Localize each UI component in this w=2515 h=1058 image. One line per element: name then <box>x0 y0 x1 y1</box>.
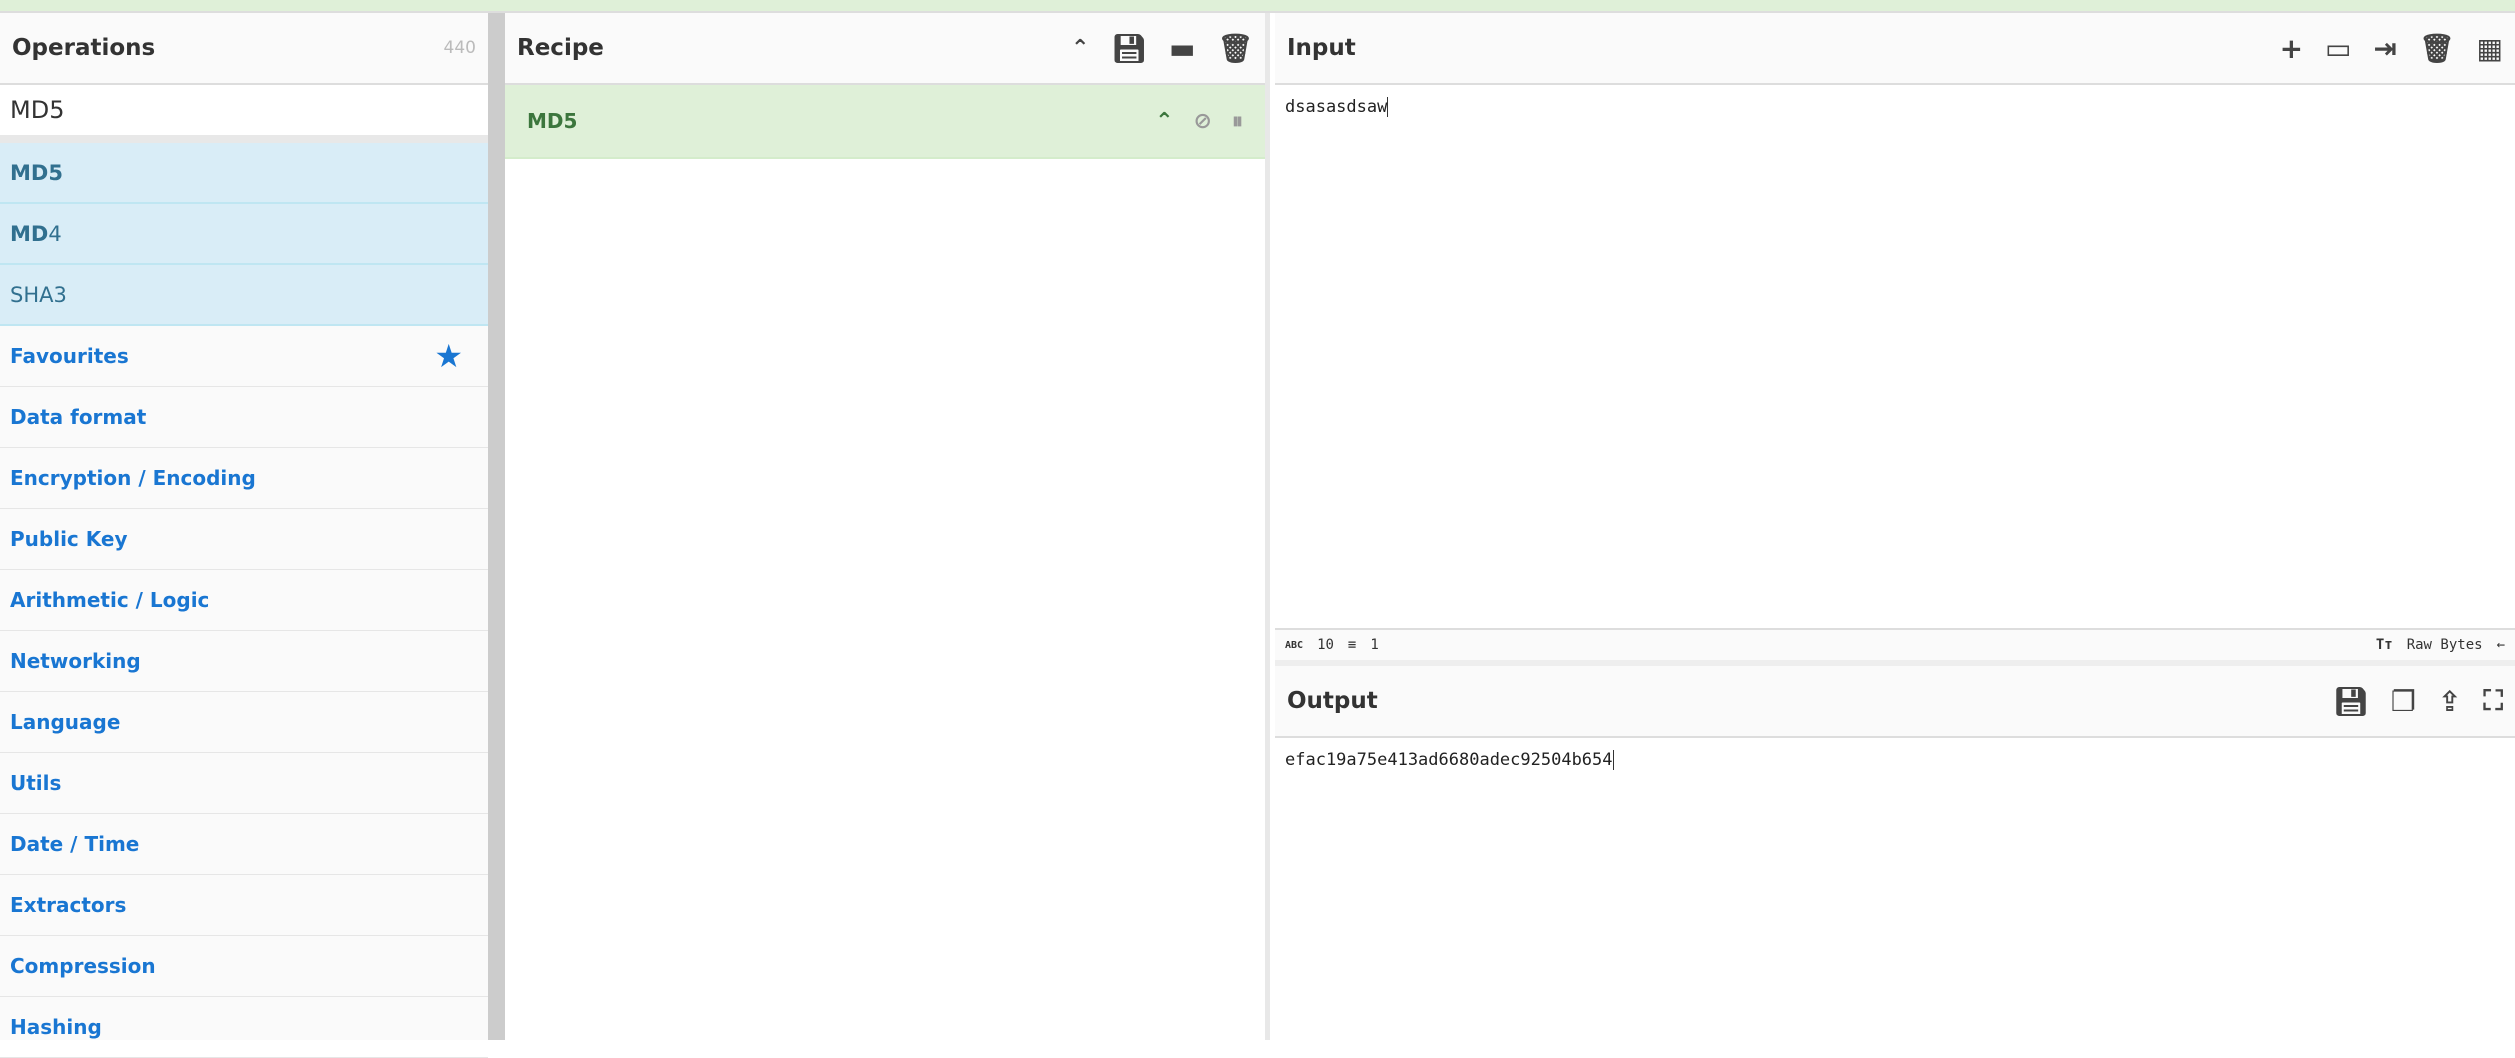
star-icon: ★ <box>434 337 463 375</box>
category-item[interactable]: Public Key <box>0 509 488 570</box>
input-status-bar: ABC 10 ≡ 1 Tт Raw Bytes ← <box>1275 628 2515 660</box>
disable-icon[interactable]: ⊘ <box>1194 109 1212 134</box>
category-favourites[interactable]: Favourites ★ <box>0 326 488 387</box>
category-item[interactable]: Data format <box>0 387 488 448</box>
input-header: Input + ▭ ⇥ 🗑︎ ▦ <box>1275 13 2515 85</box>
collapse-icon[interactable]: ⌃ <box>1071 36 1089 61</box>
folder-icon[interactable]: ▬ <box>1169 32 1195 65</box>
input-lines: 1 <box>1370 637 1379 653</box>
pause-icon[interactable]: ⏸︎ <box>1232 109 1243 134</box>
category-item[interactable]: Hashing <box>0 997 488 1058</box>
lines-icon: ≡ <box>1347 637 1357 653</box>
trash-icon[interactable]: 🗑︎ <box>2419 32 2455 65</box>
output-textarea[interactable]: efac19a75e413ad6680adec92504b654 <box>1275 738 2515 782</box>
result-rest: 4 <box>48 221 62 246</box>
operations-panel: Operations 440 MD5 MD5 MD 4 SHA3 Favourit… <box>0 13 488 1058</box>
plus-icon[interactable]: + <box>2280 32 2303 65</box>
open-folder-icon[interactable]: ▭ <box>2325 32 2351 65</box>
length-icon: ABC <box>1285 639 1304 651</box>
result-match: MD <box>10 221 49 246</box>
category-item[interactable]: Encryption / Encoding <box>0 448 488 509</box>
output-title: Output <box>1287 688 1378 714</box>
maximise-icon[interactable]: ⛶ <box>2483 684 2503 718</box>
trash-icon[interactable]: 🗑︎ <box>1217 32 1253 65</box>
input-text: dsasasdsaw <box>1285 97 1389 117</box>
layout-icon[interactable]: ▦ <box>2477 32 2503 65</box>
recipe-header: Recipe ⌃ 💾︎ ▬ 🗑︎ <box>505 13 1265 85</box>
recipe-panel: Recipe ⌃ 💾︎ ▬ 🗑︎ MD5 ⌃ ⊘ ⏸︎ <box>505 13 1270 1040</box>
search-result-md4[interactable]: MD 4 <box>0 204 488 265</box>
category-item[interactable]: Language <box>0 692 488 753</box>
save-icon[interactable]: 💾︎ <box>2333 685 2369 718</box>
chevron-up-icon[interactable]: ⌃ <box>1155 109 1173 134</box>
replace-input-icon[interactable]: ⇪ <box>2438 685 2461 718</box>
top-banner <box>0 0 2515 13</box>
recipe-operation-md5[interactable]: MD5 ⌃ ⊘ ⏸︎ <box>505 85 1265 159</box>
io-panel: Input + ▭ ⇥ 🗑︎ ▦ dsasasdsaw ABC 10 ≡ 1 T… <box>1275 13 2515 1040</box>
operations-title: Operations <box>12 35 156 61</box>
recipe-title: Recipe <box>517 35 604 61</box>
output-text: efac19a75e413ad6680adec92504b654 <box>1285 750 1614 770</box>
recipe-operation-name: MD5 <box>527 109 578 133</box>
category-item[interactable]: Compression <box>0 936 488 997</box>
operations-search-input[interactable]: MD5 <box>0 85 488 143</box>
search-result-sha3[interactable]: SHA3 <box>0 265 488 326</box>
category-item[interactable]: Utils <box>0 753 488 814</box>
input-title: Input <box>1287 35 1356 61</box>
result-match: MD5 <box>10 160 63 185</box>
operations-count: 440 <box>443 38 476 58</box>
input-length: 10 <box>1317 637 1334 653</box>
import-icon[interactable]: ⇥ <box>2374 32 2397 65</box>
operations-scrollbar[interactable] <box>488 13 505 1040</box>
category-item[interactable]: Arithmetic / Logic <box>0 570 488 631</box>
input-encoding[interactable]: Raw Bytes <box>2407 637 2483 653</box>
category-label: Favourites <box>10 344 129 368</box>
save-icon[interactable]: 💾︎ <box>1111 32 1147 65</box>
operations-header: Operations 440 <box>0 13 488 85</box>
text-encoding-icon[interactable]: Tт <box>2376 637 2393 653</box>
input-textarea[interactable]: dsasasdsaw <box>1275 85 2515 628</box>
result-rest: SHA3 <box>10 282 67 307</box>
copy-icon[interactable]: ❐ <box>2391 685 2416 718</box>
category-item[interactable]: Extractors <box>0 875 488 936</box>
eol-icon[interactable]: ← <box>2497 637 2505 653</box>
search-result-md5[interactable]: MD5 <box>0 143 488 204</box>
category-item[interactable]: Networking <box>0 631 488 692</box>
category-item[interactable]: Date / Time <box>0 814 488 875</box>
output-header: Output 💾︎ ❐ ⇪ ⛶ <box>1275 666 2515 738</box>
